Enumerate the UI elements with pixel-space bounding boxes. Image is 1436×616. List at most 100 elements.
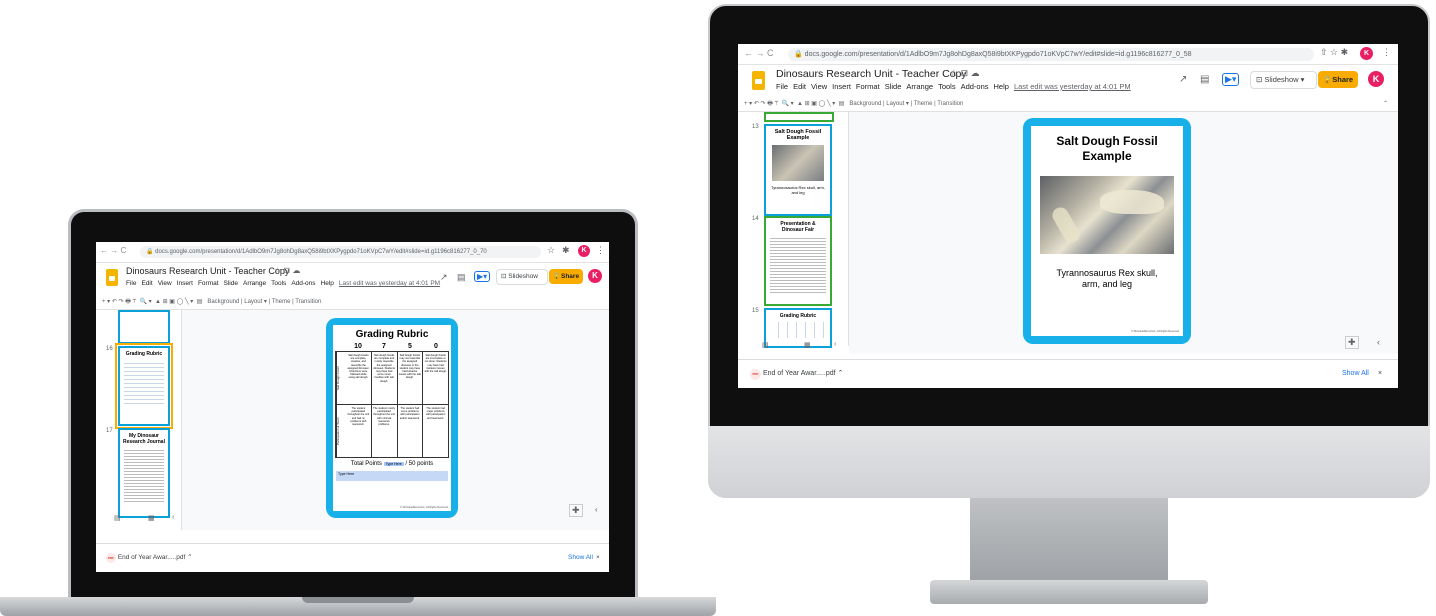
browser-menu-icon[interactable]: ⋮	[1382, 47, 1391, 58]
doc-title[interactable]: Dinosaurs Research Unit - Teacher Copy	[776, 68, 967, 80]
last-edit-link[interactable]: Last edit was yesterday at 4:01 PM	[1014, 82, 1131, 91]
side-panel-toggle-icon[interactable]: ‹	[595, 505, 598, 514]
show-all-button[interactable]: Show All	[568, 544, 593, 572]
slide-thumbnail-13[interactable]: Salt Dough Fossil Example Tyrannosaurus …	[764, 124, 832, 216]
menu-format[interactable]: Format	[856, 82, 880, 91]
menu-file[interactable]: File	[126, 280, 136, 287]
download-file[interactable]: End of Year Awar.....pdf	[763, 370, 836, 377]
slide-canvas: Grading Rubric 10 7 5 0 Salt Dough Fossi…	[182, 310, 609, 530]
collapse-panel-icon[interactable]: ‹	[834, 341, 836, 348]
toolbar-icons[interactable]: + ▾ ↶ ↷ 🖶 ⍡ 🔍 ▾ ▲ ⊞ ▣ ◯ ╲ ▾ ▤	[102, 299, 206, 305]
fossil-photo	[1040, 176, 1174, 254]
browser-menu-icon[interactable]: ⋮	[596, 245, 605, 256]
star-doc-icon[interactable]: ☆ ⊡ ☁	[274, 266, 300, 275]
account-avatar[interactable]: K	[588, 269, 602, 283]
share-label: Share	[1332, 75, 1354, 84]
slide-canvas: Salt Dough Fossil Example Tyrannosaurus …	[849, 112, 1398, 354]
menu-arrange[interactable]: Arrange	[243, 280, 266, 287]
menu-arrange[interactable]: Arrange	[906, 82, 933, 91]
pdf-icon: PDF	[750, 369, 761, 380]
browser-avatar[interactable]: K	[578, 245, 590, 257]
menu-slide[interactable]: Slide	[224, 280, 238, 287]
filmstrip: 16 Grading Rubric 17 My Dinosaur Researc…	[96, 310, 182, 530]
menu-edit[interactable]: Edit	[793, 82, 806, 91]
menu-slide[interactable]: Slide	[885, 82, 902, 91]
toolbar-layout[interactable]: Layout ▾	[886, 101, 909, 107]
url-bar[interactable]: 🔒 docs.google.com/presentation/d/1AdlbO9…	[140, 246, 541, 258]
menu-addons[interactable]: Add-ons	[291, 280, 315, 287]
toolbar-icons[interactable]: + ▾ ↶ ↷ 🖶 ⍡ 🔍 ▾ ▲ ⊞ ▣ ◯ ╲ ▾ ▤	[744, 101, 848, 107]
comment-box[interactable]: Type Here	[336, 471, 448, 481]
activity-icon[interactable]: ↗	[1179, 74, 1187, 85]
present-options-icon[interactable]: ▶▾	[474, 271, 491, 282]
url-bar[interactable]: 🔒 docs.google.com/presentation/d/1AdlbO9…	[788, 48, 1314, 61]
slideshow-button[interactable]: ⊡ Slideshow ▾	[1250, 71, 1317, 89]
show-all-button[interactable]: Show All	[1342, 360, 1369, 388]
comments-icon[interactable]: ▤	[457, 272, 466, 283]
toolbar-background[interactable]: Background	[207, 299, 239, 305]
grid-view-icon[interactable]: ▦	[148, 514, 155, 522]
monitor-foot	[930, 580, 1208, 604]
slide-content: Grading Rubric 10 7 5 0 Salt Dough Fossi…	[333, 325, 451, 511]
doc-title[interactable]: Dinosaurs Research Unit - Teacher Copy	[126, 266, 289, 276]
side-panel-toggle-icon[interactable]: ‹	[1377, 337, 1380, 347]
browser-avatar[interactable]: K	[1360, 47, 1373, 60]
download-file[interactable]: End of Year Awar.....pdf	[118, 554, 185, 561]
menu-tools[interactable]: Tools	[271, 280, 286, 287]
slide-thumbnail-16[interactable]: Grading Rubric	[115, 343, 173, 429]
filmstrip-view-icon[interactable]: ▤	[114, 514, 121, 522]
explore-icon[interactable]: ✚	[1345, 336, 1359, 349]
star-icon[interactable]: ☆	[547, 245, 555, 256]
activity-icon[interactable]: ↗	[440, 272, 448, 283]
extensions-icon[interactable]: ✱	[562, 245, 570, 256]
star-doc-icon[interactable]: ☆ ⊡ ☁	[950, 68, 980, 79]
nav-buttons[interactable]: ← → C	[100, 246, 126, 255]
menu-view[interactable]: View	[811, 82, 827, 91]
close-download-bar-icon[interactable]: ×	[596, 544, 600, 572]
collapse-toolbar-icon[interactable]: ⌃	[1383, 97, 1388, 111]
toolbar-layout[interactable]: Layout ▾	[244, 299, 267, 305]
lock-share-icon: 🔒	[552, 273, 561, 280]
toolbar-background[interactable]: Background	[849, 101, 881, 107]
share-button[interactable]: 🔒Share	[1318, 71, 1358, 88]
toolbar-transition[interactable]: Transition	[295, 299, 321, 305]
menu-format[interactable]: Format	[198, 280, 219, 287]
menu-insert[interactable]: Insert	[832, 82, 851, 91]
share-page-icon[interactable]: ⇧ ☆ ✱	[1320, 47, 1348, 58]
toolbar-transition[interactable]: Transition	[937, 101, 963, 107]
slide-thumbnail-14[interactable]: Presentation & Dinosaur Fair	[764, 216, 832, 306]
toolbar: + ▾ ↶ ↷ 🖶 ⍡ 🔍 ▾ ▲ ⊞ ▣ ◯ ╲ ▾ ▤ Background…	[96, 295, 609, 310]
filmstrip-view-icon[interactable]: ▤	[762, 341, 769, 349]
menu-tools[interactable]: Tools	[938, 82, 956, 91]
slide-thumbnail-15[interactable]	[118, 310, 170, 344]
grid-view-icon[interactable]: ▦	[804, 341, 811, 349]
nav-buttons[interactable]: ← → C	[744, 48, 774, 58]
menu-addons[interactable]: Add-ons	[961, 82, 989, 91]
lock-share-icon: 🔒	[1322, 75, 1333, 84]
slide-thumbnail-12[interactable]	[764, 112, 834, 122]
rubric-cell: Salt dough fossils may not resemble the …	[398, 352, 424, 404]
collapse-panel-icon[interactable]: ‹	[172, 514, 174, 521]
menu-help[interactable]: Help	[321, 280, 334, 287]
slide-thumbnail-17[interactable]: My Dinosaur Research Journal	[118, 428, 170, 518]
points-input[interactable]: Type Here	[383, 462, 404, 466]
menu-file[interactable]: File	[776, 82, 788, 91]
menu-edit[interactable]: Edit	[141, 280, 152, 287]
comments-icon[interactable]: ▤	[1200, 74, 1209, 85]
menu-insert[interactable]: Insert	[177, 280, 193, 287]
close-download-bar-icon[interactable]: ×	[1378, 360, 1382, 388]
last-edit-link[interactable]: Last edit was yesterday at 4:01 PM	[339, 280, 440, 287]
rubric-cell: The student participated throughout the …	[346, 405, 372, 457]
browser-chrome: ← → C 🔒 docs.google.com/presentation/d/1…	[738, 44, 1398, 65]
menu-view[interactable]: View	[158, 280, 172, 287]
account-avatar[interactable]: K	[1368, 71, 1384, 87]
thumb-rubric-preview	[124, 360, 164, 404]
share-button[interactable]: 🔒Share	[549, 269, 583, 284]
menu-help[interactable]: Help	[994, 82, 1009, 91]
slideshow-button[interactable]: ⊡ Slideshow	[496, 269, 548, 285]
explore-icon[interactable]: ✚	[569, 504, 583, 517]
toolbar-theme[interactable]: Theme	[914, 101, 933, 107]
fossil-skull-shape	[1100, 190, 1164, 214]
toolbar-theme[interactable]: Theme	[272, 299, 291, 305]
present-options-icon[interactable]: ▶▾	[1222, 73, 1240, 86]
